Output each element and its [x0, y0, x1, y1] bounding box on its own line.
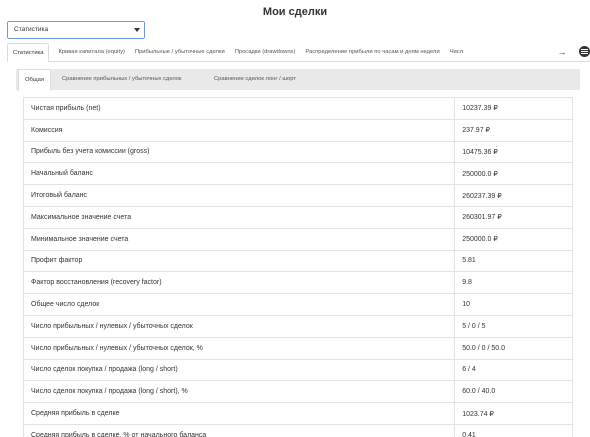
stat-value: 9.8: [454, 271, 573, 295]
table-row: Прибыль без учета комиссии (gross) 10475.…: [23, 140, 573, 164]
stat-label: Чистая прибыль (net): [23, 97, 456, 120]
table-row: Общее число сделок 10: [23, 293, 573, 316]
table-row: Итоговый баланс 260237.39 ₽: [23, 184, 573, 207]
stat-value: 50.0 / 0 / 50.0: [454, 336, 573, 360]
table-row: Минимальное значение счета 250000.0 ₽: [23, 227, 573, 251]
subtab-profit-loss-compare[interactable]: Сравнение прибыльных / убыточных сделок: [62, 69, 182, 90]
stat-value: 260237.39 ₽: [454, 184, 573, 207]
stat-label: Начальный баланс: [23, 162, 456, 186]
table-row: Чистая прибыль (net) 10237.39 ₽: [23, 97, 573, 120]
stat-label: Прибыль без учета комиссии (gross): [23, 140, 456, 164]
table-row: Число прибыльных / нулевых / убыточных с…: [23, 314, 573, 338]
table-row: Максимальное значение счета 260301.97 ₽: [23, 205, 573, 229]
table-row: Профит фактор 5.81: [23, 249, 573, 273]
stats-table: Чистая прибыль (net) 10237.39 ₽ Комиссия 23…: [23, 97, 573, 437]
tab-more-truncated[interactable]: Числ: [445, 43, 468, 62]
stat-label: Комиссия: [23, 118, 456, 142]
stat-value: 0.41: [454, 423, 573, 437]
table-row: Комиссия 237.97 ₽: [23, 118, 573, 142]
stat-label: Средняя прибыль в сделке: [23, 402, 456, 425]
stat-label: Фактор восстановления (recovery factor): [23, 271, 456, 295]
stat-label: Максимальное значение счета: [23, 205, 456, 229]
stat-value: 10237.39 ₽: [454, 97, 573, 120]
page-title: Мои сделки: [262, 6, 328, 18]
table-row: Число сделок покупка / продажа (long / s…: [23, 380, 573, 404]
stat-value: 260301.97 ₽: [454, 205, 573, 229]
table-row: Средняя прибыль в сделке, % от начальног…: [23, 423, 573, 437]
table-row: Число сделок покупка / продажа (long / s…: [23, 358, 573, 382]
subtab-long-short-compare[interactable]: Сравнение сделок лонг / шорт: [214, 69, 296, 90]
view-select[interactable]: Статистика: [7, 21, 145, 39]
stat-label: Число сделок покупка / продажа (long / s…: [23, 358, 456, 382]
stat-label: Средняя прибыль в сделке, % от начальног…: [23, 423, 456, 437]
stat-value: 10: [454, 293, 573, 316]
table-row: Число прибыльных / нулевых / убыточных с…: [23, 336, 573, 360]
stat-value: 1023.74 ₽: [454, 402, 573, 425]
main-tabs: Статистика Кривая капитала (equity) Прибыл…: [7, 43, 590, 62]
stat-label: Итоговый баланс: [23, 184, 456, 207]
tabs-next-arrow-icon[interactable]: →: [556, 46, 568, 58]
stat-label: Профит фактор: [23, 249, 456, 273]
stat-value: 10475.36 ₽: [454, 140, 573, 164]
stat-label: Число сделок покупка / продажа (long / s…: [23, 380, 456, 404]
sub-tabs: Общая Сравнение прибыльных / убыточных с…: [16, 69, 580, 91]
tab-profit-loss-trades[interactable]: Прибыльные / убыточные сделки: [130, 43, 230, 62]
stat-label: Минимальное значение счета: [23, 227, 456, 251]
stat-label: Число прибыльных / нулевых / убыточных с…: [23, 336, 456, 360]
tab-equity-curve[interactable]: Кривая капитала (equity): [53, 43, 129, 62]
stat-value: 250000.0 ₽: [454, 162, 573, 186]
stat-value: 60.0 / 40.0: [454, 380, 573, 404]
stat-value: 5 / 0 / 5: [454, 314, 573, 338]
stat-value: 250000.0 ₽: [454, 227, 573, 251]
table-row: Средняя прибыль в сделке 1023.74 ₽: [23, 402, 573, 425]
tab-drawdowns[interactable]: Просадки (drawdowns): [230, 43, 301, 62]
subtab-general[interactable]: Общая: [18, 69, 51, 91]
stat-value: 5.81: [454, 249, 573, 273]
view-select-value: Статистика: [14, 26, 49, 33]
stat-label: Общее число сделок: [23, 293, 456, 316]
chevron-down-icon: [134, 28, 140, 32]
stat-value: 237.97 ₽: [454, 118, 573, 142]
stat-label: Число прибыльных / нулевых / убыточных с…: [23, 314, 456, 338]
tab-statistics[interactable]: Статистика: [7, 43, 50, 62]
tabs-menu-icon[interactable]: [579, 46, 590, 57]
stat-value: 6 / 4: [454, 358, 573, 382]
table-row: Фактор восстановления (recovery factor) 9…: [23, 271, 573, 295]
table-row: Начальный баланс 250000.0 ₽: [23, 162, 573, 186]
tab-profit-distribution[interactable]: Распределение прибыли по часам и дням не…: [300, 43, 444, 62]
